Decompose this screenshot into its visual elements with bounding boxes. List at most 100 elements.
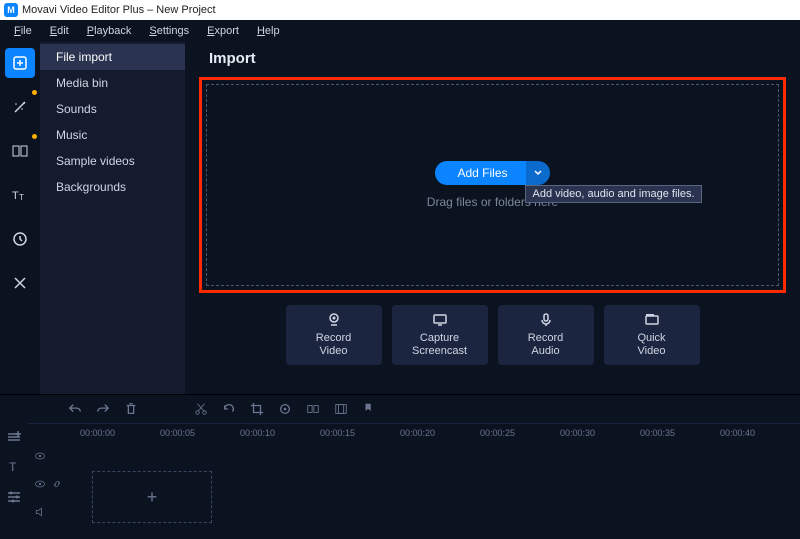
titles-tab-button[interactable]: TT xyxy=(5,180,35,210)
timecode: 00:00:05 xyxy=(160,428,240,438)
app-logo: M xyxy=(4,3,18,17)
clock-icon xyxy=(12,231,28,247)
transition-wizard-icon[interactable] xyxy=(306,402,320,416)
eye-icon[interactable] xyxy=(34,478,46,490)
titles-icon: TT xyxy=(12,187,28,203)
rotate-icon[interactable] xyxy=(222,402,236,416)
text-track-icon[interactable]: T xyxy=(6,459,22,475)
dropzone[interactable]: Add Files Add video, audio and image fil… xyxy=(206,84,779,286)
tile-label: Video xyxy=(320,345,348,358)
window-title: Movavi Video Editor Plus – New Project xyxy=(22,4,216,16)
quickvideo-icon xyxy=(644,312,660,328)
svg-text:T: T xyxy=(9,460,17,474)
record-audio-tile[interactable]: Record Audio xyxy=(498,305,594,365)
track-head-video[interactable] xyxy=(34,445,70,467)
more-tools-tab-button[interactable] xyxy=(5,268,35,298)
tile-label: Capture xyxy=(420,332,459,345)
chevron-down-icon xyxy=(534,169,542,177)
tooltip: Add video, audio and image files. xyxy=(525,185,701,203)
capture-screencast-tile[interactable]: Capture Screencast xyxy=(392,305,488,365)
timeline-ruler[interactable]: 00:00:00 00:00:05 00:00:10 00:00:15 00:0… xyxy=(28,423,800,441)
stickers-tab-button[interactable] xyxy=(5,224,35,254)
color-icon[interactable] xyxy=(278,402,292,416)
plus-icon xyxy=(12,55,28,71)
tile-label: Record xyxy=(316,332,351,345)
timecode: 00:00:00 xyxy=(80,428,160,438)
delete-icon[interactable] xyxy=(124,402,138,416)
speaker-icon[interactable] xyxy=(34,506,46,518)
menu-settings[interactable]: Settings xyxy=(141,23,197,39)
timecode: 00:00:20 xyxy=(400,428,480,438)
eye-icon[interactable] xyxy=(34,450,46,462)
titlebar: M Movavi Video Editor Plus – New Project xyxy=(0,0,800,20)
menu-export[interactable]: Export xyxy=(199,23,247,39)
menubar: File Edit Playback Settings Export Help xyxy=(0,20,800,42)
side-panel: File import Media bin Sounds Music Sampl… xyxy=(40,42,185,394)
add-clip-label: + xyxy=(147,487,158,508)
sidebar-item-label: Music xyxy=(56,128,87,142)
timecode: 00:00:25 xyxy=(480,428,560,438)
menu-help[interactable]: Help xyxy=(249,23,288,39)
dropzone-highlight: Add Files Add video, audio and image fil… xyxy=(199,77,786,293)
tile-label: Record xyxy=(528,332,563,345)
record-video-tile[interactable]: Record Video xyxy=(286,305,382,365)
add-track-icon[interactable] xyxy=(6,429,22,445)
webcam-icon xyxy=(326,312,342,328)
page-title: Import xyxy=(199,50,786,67)
sidebar-item-sample-videos[interactable]: Sample videos xyxy=(40,148,185,174)
sidebar-item-label: Sample videos xyxy=(56,154,135,168)
sidebar-item-backgrounds[interactable]: Backgrounds xyxy=(40,174,185,200)
tracks-settings-icon[interactable] xyxy=(6,489,22,505)
wand-icon xyxy=(12,99,28,115)
track-head-audio[interactable] xyxy=(34,501,70,523)
tile-label: Video xyxy=(638,345,666,358)
menu-edit[interactable]: Edit xyxy=(42,23,77,39)
add-files-button[interactable]: Add Files xyxy=(435,161,525,185)
timeline: T 00:00:00 00:00:05 00:00:10 00:00:15 00… xyxy=(0,394,800,539)
tools-icon xyxy=(12,275,28,291)
sidebar-item-music[interactable]: Music xyxy=(40,122,185,148)
timecode: 00:00:35 xyxy=(640,428,720,438)
timecode: 00:00:15 xyxy=(320,428,400,438)
sidebar-item-label: Media bin xyxy=(56,76,108,90)
tile-label: Audio xyxy=(531,345,559,358)
svg-text:T: T xyxy=(12,190,19,202)
timeline-toolbar xyxy=(0,395,800,423)
menu-file[interactable]: File xyxy=(6,23,40,39)
screencast-icon xyxy=(432,312,448,328)
mic-icon xyxy=(538,312,554,328)
sidebar-item-label: Backgrounds xyxy=(56,180,126,194)
transitions-icon xyxy=(12,143,28,159)
link-icon[interactable] xyxy=(52,479,62,489)
tile-label: Quick xyxy=(637,332,665,345)
add-files-dropdown[interactable] xyxy=(526,161,550,185)
action-tiles: Record Video Capture Screencast Record A… xyxy=(199,305,786,365)
track-head-linked[interactable] xyxy=(34,473,70,495)
clip-properties-icon[interactable] xyxy=(334,402,348,416)
quick-video-tile[interactable]: Quick Video xyxy=(604,305,700,365)
timeline-left-buttons: T xyxy=(0,423,28,539)
menu-playback[interactable]: Playback xyxy=(79,23,140,39)
timeline-body[interactable]: + xyxy=(76,441,800,539)
undo-icon[interactable] xyxy=(68,402,82,416)
tile-label: Screencast xyxy=(412,345,467,358)
cut-icon[interactable] xyxy=(194,402,208,416)
sidebar-item-sounds[interactable]: Sounds xyxy=(40,96,185,122)
filters-tab-button[interactable] xyxy=(5,92,35,122)
timecode: 00:00:10 xyxy=(240,428,320,438)
sidebar-item-media-bin[interactable]: Media bin xyxy=(40,70,185,96)
transitions-tab-button[interactable] xyxy=(5,136,35,166)
redo-icon[interactable] xyxy=(96,402,110,416)
empty-clip-slot[interactable]: + xyxy=(92,471,212,523)
import-tab-button[interactable] xyxy=(5,48,35,78)
timecode: 00:00:40 xyxy=(720,428,800,438)
sidebar-item-label: Sounds xyxy=(56,102,97,116)
crop-icon[interactable] xyxy=(250,402,264,416)
main-area: Import Add Files Add video, audio and im… xyxy=(185,42,800,394)
tool-strip: TT xyxy=(0,42,40,394)
sidebar-item-file-import[interactable]: File import xyxy=(40,44,185,70)
track-heads xyxy=(28,441,76,539)
sidebar-item-label: File import xyxy=(56,50,112,64)
marker-icon[interactable] xyxy=(362,402,376,416)
svg-text:T: T xyxy=(19,193,24,202)
